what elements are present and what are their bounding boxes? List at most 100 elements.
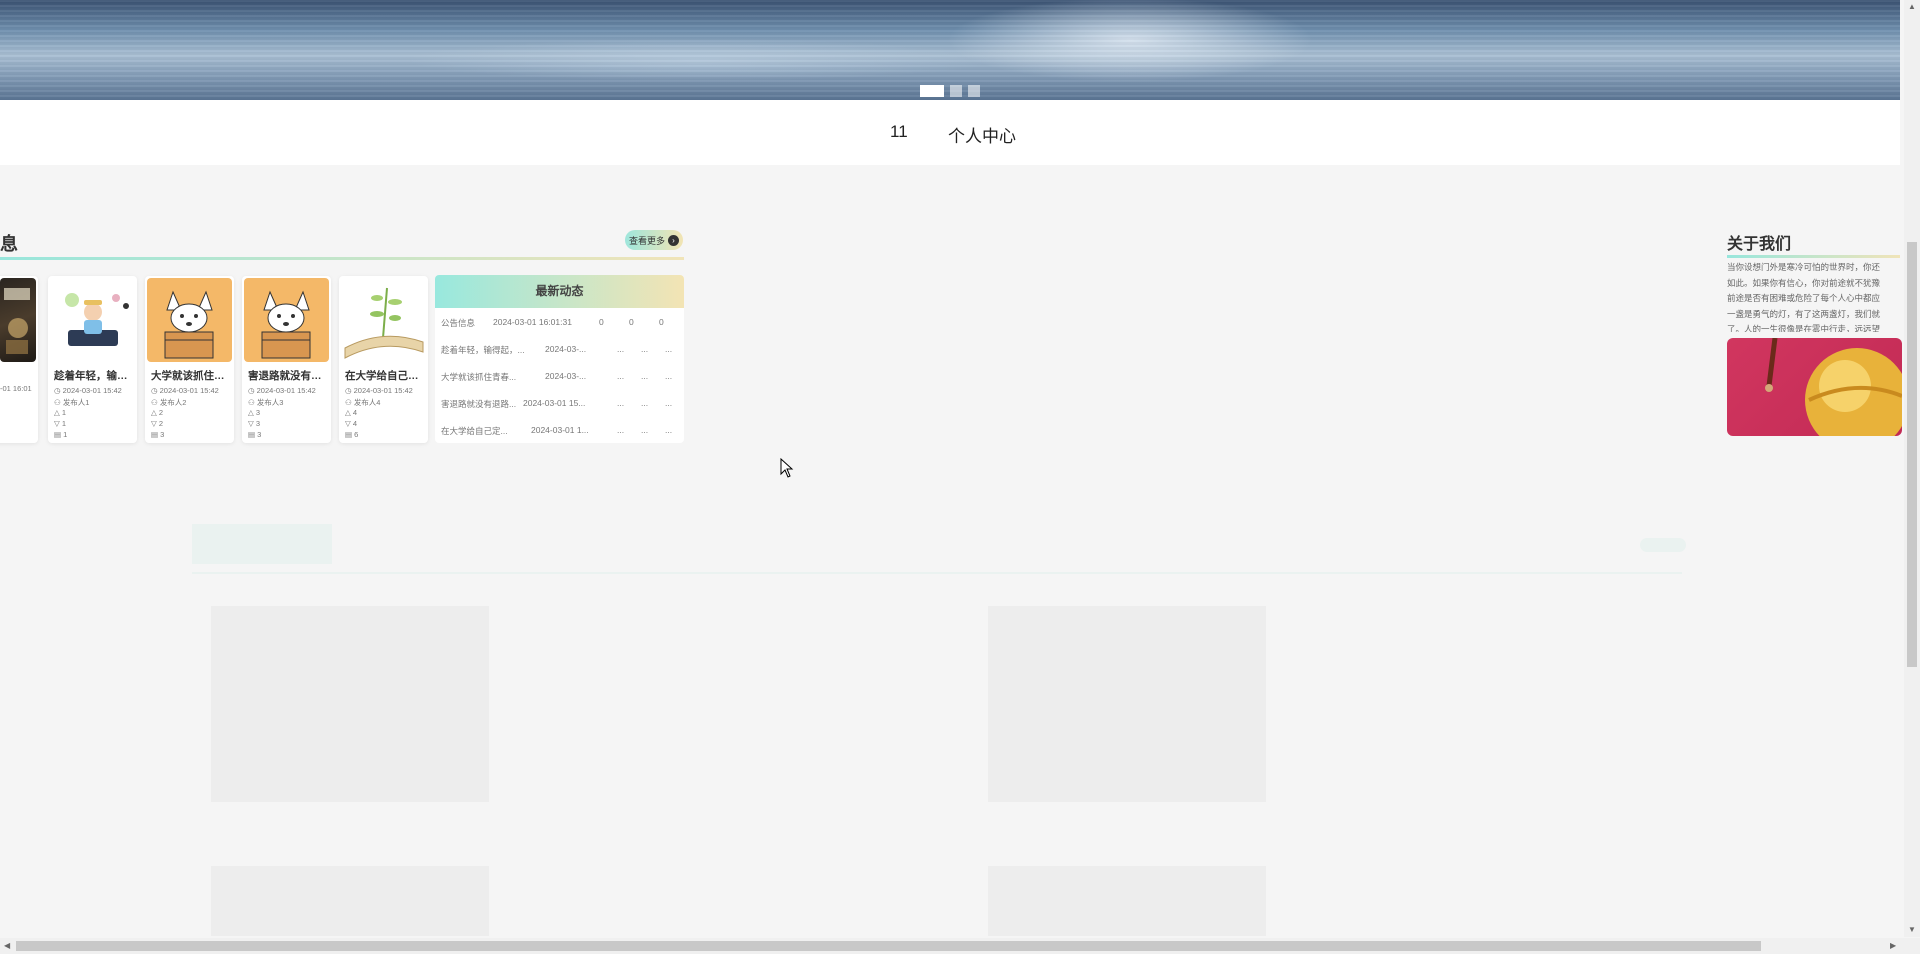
thumbs-down-icon: ▽ <box>248 419 256 428</box>
card-dislikes: 2 <box>158 419 164 428</box>
clock-icon: ◷ <box>151 386 160 395</box>
faded-card-image <box>988 866 1266 936</box>
news-dislikes: ... <box>641 371 649 381</box>
comment-icon: ▤ <box>54 430 64 439</box>
nav-item-profile[interactable]: 个人中心 <box>948 122 1016 147</box>
view-more-button[interactable]: 查看更多 › <box>625 230 683 250</box>
card-comments-row: ▤ 3 <box>151 430 164 439</box>
info-card[interactable]: 害退路就没有退路... ◷ 2024-03-01 15:42 ⚇ 发布人3 △ … <box>242 276 331 443</box>
card-author: 发布人4 <box>353 398 381 407</box>
card-dislikes: 4 <box>352 419 358 428</box>
vertical-scrollbar[interactable]: ▲ ▼ <box>1904 0 1920 937</box>
card-author-row: ⚇ 发布人1 <box>54 397 89 408</box>
carousel-dot-1[interactable] <box>920 85 944 97</box>
card-title: 趁着年轻，输得起，... <box>54 370 134 382</box>
thumbs-down-icon: ▽ <box>151 419 159 428</box>
news-row[interactable]: 大学就该抓住青春... 2024-03-... ... ... ... <box>441 371 681 385</box>
card-dislikes-row: ▽ 1 <box>54 419 66 428</box>
card-image <box>50 278 135 362</box>
faded-card-image <box>211 606 489 802</box>
news-comments: ... <box>665 398 673 408</box>
news-time: 2024-03-01 1... <box>531 425 589 435</box>
card-likes: 1 <box>61 408 67 417</box>
card-comments: 3 <box>257 430 262 439</box>
news-time: 2024-03-... <box>545 371 587 381</box>
photo-image <box>4 288 30 354</box>
horizontal-scroll-thumb[interactable] <box>16 941 1761 951</box>
faded-section-tab <box>192 524 332 564</box>
news-row[interactable]: 趁着年轻，输得起，... 2024-03-... ... ... ... <box>441 344 681 358</box>
card-date: 2024-03-01 15:42 <box>62 386 122 395</box>
horizontal-scrollbar[interactable]: ◀ ▶ <box>0 938 1920 954</box>
carousel-dot-3[interactable] <box>968 85 980 97</box>
comment-icon: ▤ <box>345 430 355 439</box>
card-date-row: ◷ 2024-03-01 15:42 <box>248 386 316 395</box>
card-image <box>244 278 329 362</box>
section-title: 息 <box>0 234 18 254</box>
card-dislikes-row: ▽ 3 <box>248 419 260 428</box>
user-icon: ⚇ <box>151 398 160 407</box>
faded-underline <box>192 572 1682 574</box>
latest-news-title: 最新动态 <box>435 275 684 308</box>
card-image <box>147 278 232 362</box>
card-image <box>341 278 426 362</box>
ornament-image <box>1765 338 1902 436</box>
card-likes: 4 <box>352 408 358 417</box>
clock-icon: ◷ <box>54 386 63 395</box>
card-comments: 6 <box>354 430 359 439</box>
card-author: 发布人1 <box>62 398 90 407</box>
news-row[interactable]: 公告信息 2024-03-01 16:01:31 0 0 0 <box>441 317 681 331</box>
card-title: 大学就该抓住青春... <box>151 370 231 382</box>
news-time: 2024-03-01 15... <box>523 398 586 408</box>
news-dislikes: ... <box>641 344 649 354</box>
corgi-image <box>164 290 214 359</box>
news-dislikes: 0 <box>629 317 634 327</box>
news-title: 公告信息 <box>441 318 476 328</box>
user-icon: ⚇ <box>54 398 63 407</box>
scroll-left-icon[interactable]: ◀ <box>4 941 10 950</box>
illustration-image <box>65 293 129 346</box>
news-comments: ... <box>665 425 673 435</box>
card-comments-row: ▤ 6 <box>345 430 358 439</box>
info-card[interactable]: -01 16:01 <box>0 276 38 443</box>
carousel-dot-2[interactable] <box>950 85 962 97</box>
scroll-up-icon[interactable]: ▲ <box>1908 2 1916 11</box>
card-date-row: ◷ 2024-03-01 15:42 <box>345 386 413 395</box>
card-dislikes: 3 <box>255 419 261 428</box>
scroll-down-icon[interactable]: ▼ <box>1908 925 1916 934</box>
faded-more-button <box>1640 538 1686 552</box>
info-card[interactable]: 趁着年轻，输得起，... ◷ 2024-03-01 15:42 ⚇ 发布人1 △… <box>48 276 137 443</box>
info-card[interactable]: 大学就该抓住青春... ◷ 2024-03-01 15:42 ⚇ 发布人2 △ … <box>145 276 234 443</box>
thumbs-up-icon: △ <box>54 408 62 417</box>
top-nav: 11 个人中心 <box>0 100 1900 165</box>
news-likes: ... <box>617 371 625 381</box>
clock-icon: ◷ <box>345 386 354 395</box>
scroll-right-icon[interactable]: ▶ <box>1890 941 1896 950</box>
mouse-cursor-icon <box>780 458 794 478</box>
view-more-label: 查看更多 <box>628 235 665 246</box>
info-section: 息 查看更多 › -01 16:01 趁着年轻，输得 ◷ 2024-03-01 … <box>0 228 690 448</box>
news-likes: ... <box>617 425 625 435</box>
news-dislikes: ... <box>641 425 649 435</box>
clock-icon: ◷ <box>248 386 257 395</box>
card-date-row: ◷ 2024-03-01 15:42 <box>54 386 122 395</box>
news-comments: ... <box>665 371 673 381</box>
news-row[interactable]: 害退路就没有退路... 2024-03-01 15... ... ... ... <box>441 398 681 412</box>
banner-carousel[interactable] <box>0 0 1900 100</box>
card-date-row: ◷ 2024-03-01 15:42 <box>151 386 219 395</box>
card-dislikes: 1 <box>61 419 67 428</box>
card-likes-row: △ 1 <box>54 408 66 417</box>
card-author-row: ⚇ 发布人3 <box>248 397 283 408</box>
card-likes-row: △ 3 <box>248 408 260 417</box>
news-row[interactable]: 在大学给自己定... 2024-03-01 1... ... ... ... <box>441 425 681 439</box>
news-title: 趁着年轻，输得起，... <box>441 345 525 355</box>
nav-item-11[interactable]: 11 <box>890 122 908 142</box>
news-title: 在大学给自己定... <box>441 426 508 436</box>
news-likes: ... <box>617 344 625 354</box>
vertical-scroll-thumb[interactable] <box>1907 242 1917 667</box>
latest-news-panel: 最新动态 公告信息 2024-03-01 16:01:31 0 0 0 趁着年轻… <box>435 275 684 443</box>
info-card[interactable]: 在大学给自己定... ◷ 2024-03-01 15:42 ⚇ 发布人4 △ 4… <box>339 276 428 443</box>
card-author-row: ⚇ 发布人2 <box>151 397 186 408</box>
user-icon: ⚇ <box>345 398 354 407</box>
card-date: 2024-03-01 15:42 <box>159 386 219 395</box>
